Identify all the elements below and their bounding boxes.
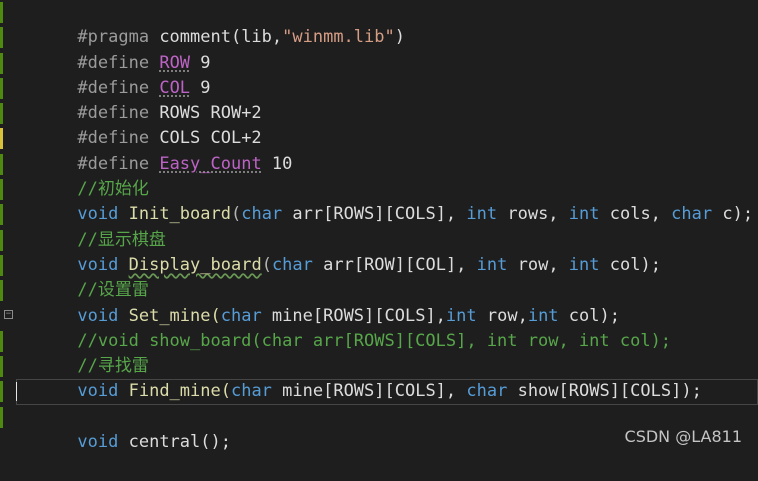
- code-line-11[interactable]: //设置雷: [0, 253, 758, 300]
- text-caret: [16, 382, 17, 402]
- code-line-13[interactable]: −//void show_board(char arr[ROWS][COLS],…: [4, 304, 758, 351]
- code-area[interactable]: #pragma comment(lib,"winmm.lib") #define…: [0, 0, 758, 452]
- code-line-1[interactable]: #pragma comment(lib,"winmm.lib"): [0, 0, 758, 47]
- change-marker: [0, 204, 3, 226]
- code-line-15[interactable]: void Find_mine(char mine[ROWS][COLS], ch…: [0, 354, 758, 401]
- change-marker: [0, 2, 3, 23]
- code-editor[interactable]: #pragma comment(lib,"winmm.lib") #define…: [0, 0, 758, 452]
- change-marker: [0, 356, 3, 378]
- code-line-4[interactable]: #define ROWS ROW+2: [0, 76, 758, 123]
- change-marker: [0, 128, 3, 150]
- change-marker: [0, 179, 3, 201]
- change-marker: [0, 254, 3, 276]
- change-marker: [0, 153, 3, 175]
- change-marker: [0, 52, 3, 74]
- change-marker: [0, 330, 3, 352]
- change-marker: [0, 406, 3, 428]
- code-line-14[interactable]: //寻找雷: [0, 329, 758, 376]
- change-marker: [0, 381, 3, 403]
- code-line-9[interactable]: //显示棋盘: [0, 202, 758, 250]
- code-line-2[interactable]: #define ROW 9: [0, 25, 758, 73]
- code-line-16-current[interactable]: [0, 379, 758, 405]
- change-marker: [0, 280, 3, 302]
- code-line-10[interactable]: void Display_board(char arr[ROW][COL], i…: [0, 228, 758, 275]
- change-marker: [0, 229, 3, 251]
- csdn-watermark: CSDN @LA811: [624, 427, 742, 446]
- code-line-6[interactable]: #define Easy_Count 10: [0, 126, 758, 174]
- code-line-5[interactable]: #define COLS COL+2: [0, 101, 758, 148]
- code-line-7[interactable]: //初始化: [0, 152, 758, 199]
- code-line-12[interactable]: void Set_mine(char mine[ROWS][COLS],int …: [0, 278, 758, 326]
- change-marker: [0, 103, 3, 125]
- code-line-3[interactable]: #define COL 9: [0, 51, 758, 98]
- code-text: central();: [118, 432, 231, 453]
- fold-collapse-icon[interactable]: −: [4, 309, 13, 319]
- code-line-8[interactable]: void Init_board(char arr[ROWS][COLS], in…: [0, 177, 758, 224]
- keyword: void: [77, 432, 119, 453]
- change-marker: [0, 27, 3, 49]
- change-marker: [0, 77, 3, 99]
